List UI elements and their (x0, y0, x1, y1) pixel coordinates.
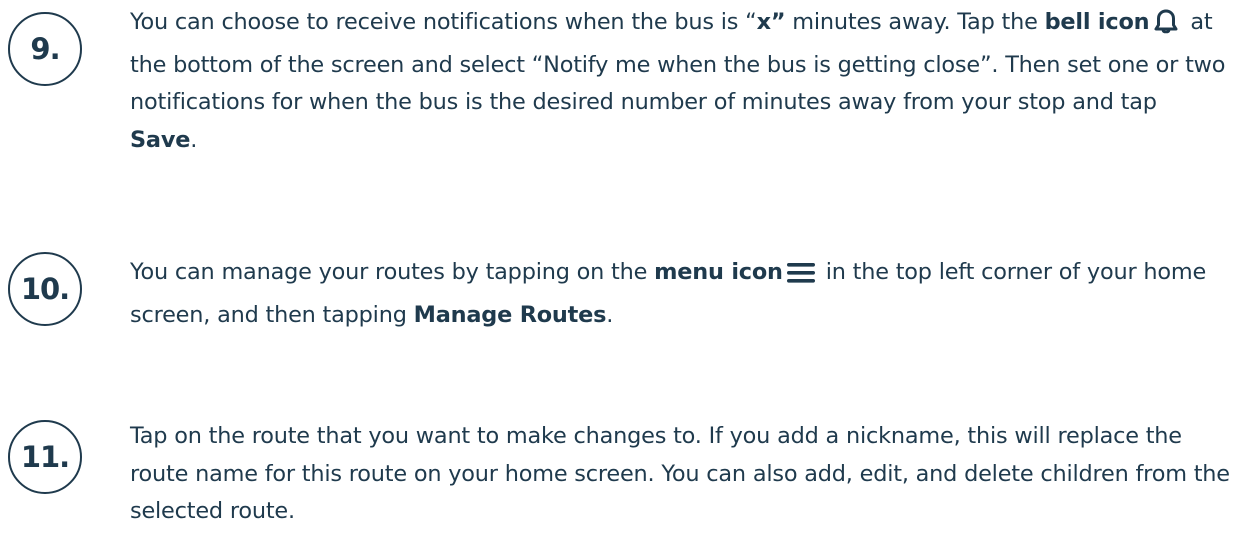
text-segment: You can manage your routes by tapping on… (130, 259, 655, 285)
text-segment: Tap on the route that you want to make c… (130, 423, 1230, 524)
text-segment: . (606, 301, 614, 328)
step-text: Tap on the route that you want to make c… (130, 418, 1230, 531)
step-number-badge: 10. (8, 252, 82, 326)
text-segment: You can choose to receive notifications … (130, 9, 757, 35)
text-emphasis: x” (756, 9, 786, 35)
step-text: You can manage your routes by tapping on… (130, 254, 1230, 334)
save-label: Save (130, 126, 191, 153)
step-text: You can choose to receive notifications … (130, 4, 1230, 159)
step-number-badge: 11. (8, 420, 82, 494)
menu-icon (786, 259, 816, 297)
text-segment: minutes away. Tap the (785, 9, 1045, 35)
bell-icon-label: bell icon (1044, 9, 1150, 35)
text-segment: . (190, 126, 198, 153)
step-number-badge: 9. (8, 12, 82, 86)
manage-routes-label: Manage Routes (413, 301, 607, 328)
menu-icon-label: menu icon (654, 259, 783, 285)
bell-icon (1152, 8, 1180, 47)
